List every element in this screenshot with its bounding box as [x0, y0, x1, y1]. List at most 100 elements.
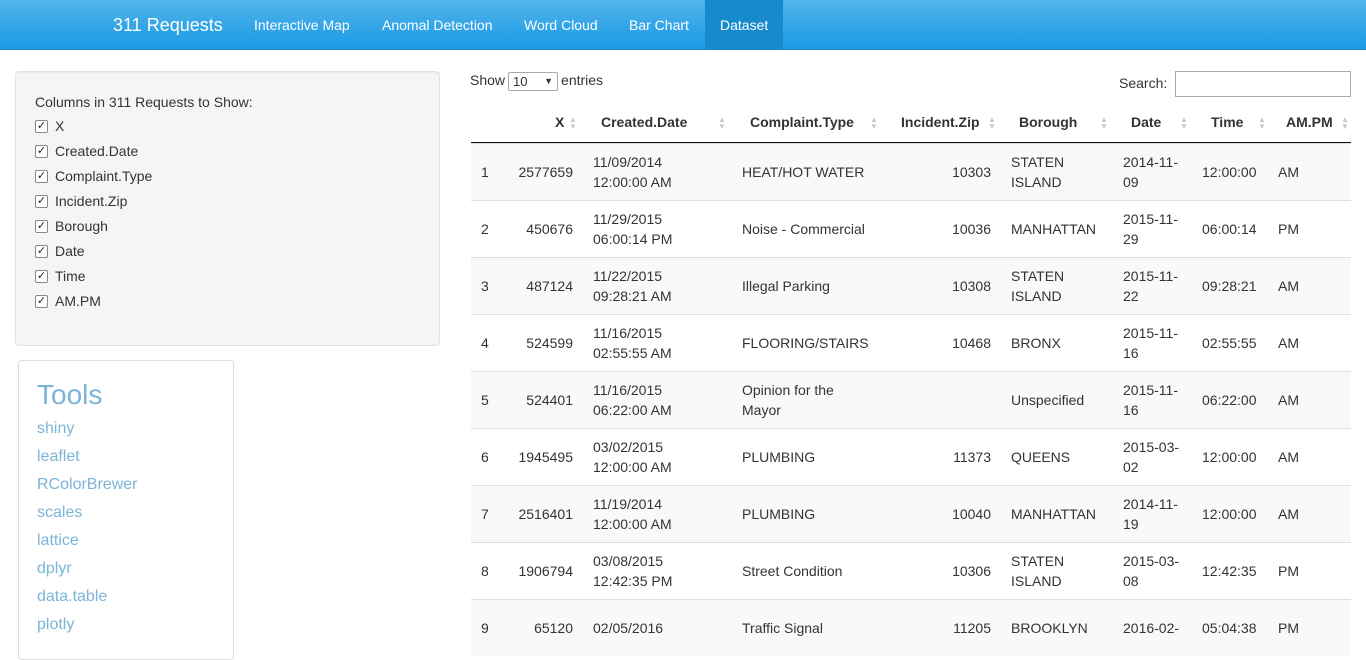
sort-icon[interactable]: ▲ ▼: [1180, 116, 1188, 131]
search-label: Search:: [1119, 75, 1168, 91]
cell-created-date: 11/09/2014 12:00:00 AM: [593, 154, 672, 190]
cell-zip: 10303: [952, 164, 991, 180]
cell-x: 2577659: [518, 164, 573, 180]
tab-bar-chart[interactable]: Bar Chart: [614, 0, 704, 50]
column-checkbox-created-date[interactable]: ✓ Created.Date: [35, 141, 138, 161]
table-row[interactable]: 8 1906794 03/08/2015 12:42:35 PM Street Cond…: [471, 542, 1351, 599]
header-date[interactable]: Date: [1131, 102, 1161, 143]
cell-time: 06:22:00: [1202, 392, 1257, 408]
cell-date: 2015-11- 22: [1123, 268, 1179, 304]
entries-length-control: Show 10 ▼ entries: [470, 72, 603, 91]
sort-icon[interactable]: ▲ ▼: [569, 116, 577, 131]
cell-ampm: AM: [1278, 335, 1299, 351]
tool-link-shiny[interactable]: shiny: [37, 420, 74, 438]
cell-complaint-type: Noise - Commercial: [742, 221, 865, 237]
column-checkbox-date[interactable]: ✓ Date: [35, 241, 85, 261]
tab-interactive-map[interactable]: Interactive Map: [239, 0, 365, 50]
table-row[interactable]: 4 524599 11/16/2015 02:55:55 AM FLOORING/STA…: [471, 314, 1351, 371]
header-incident-zip[interactable]: Incident.Zip: [901, 102, 980, 143]
table-header: X ▲ ▼ Created.Date ▲ ▼ Complaint.Type ▲ ▼ I…: [471, 102, 1351, 143]
tab-dataset[interactable]: Dataset: [705, 0, 784, 50]
cell-ampm: AM: [1278, 164, 1299, 180]
cell-ampm: AM: [1278, 449, 1299, 465]
cell-date: 2015-11- 16: [1123, 325, 1179, 361]
cell-x: 450676: [526, 221, 573, 237]
header-am-pm[interactable]: AM.PM: [1286, 102, 1333, 143]
header-borough[interactable]: Borough: [1019, 102, 1077, 143]
entries-label: entries: [561, 72, 604, 89]
cell-date: 2016-02-: [1123, 620, 1180, 636]
cell-zip: 11373: [953, 449, 991, 465]
tool-link-leaflet[interactable]: leaflet: [37, 448, 80, 466]
checkbox-checked-icon[interactable]: ✓: [35, 144, 48, 158]
table-row[interactable]: 3 487124 11/22/2015 09:28:21 AM Illegal Park…: [471, 257, 1351, 314]
tool-link-plotly[interactable]: plotly: [37, 616, 74, 634]
dropdown-arrow-icon: ▼: [544, 76, 554, 86]
cell-created-date: 02/05/2016: [593, 620, 664, 636]
column-checkbox-complaint-type[interactable]: ✓ Complaint.Type: [35, 166, 152, 186]
cell-borough: QUEENS: [1011, 449, 1071, 465]
table-row[interactable]: 5 524401 11/16/2015 06:22:00 AM Opinion for …: [471, 371, 1351, 428]
cell-complaint-type: PLUMBING: [742, 506, 816, 522]
table-row[interactable]: 7 2516401 11/19/2014 12:00:00 AM PLUMBING 100…: [471, 485, 1351, 542]
sort-icon[interactable]: ▲ ▼: [870, 116, 878, 131]
cell-ampm: AM: [1278, 278, 1299, 294]
header-time[interactable]: Time: [1211, 102, 1243, 143]
tool-link-data-table[interactable]: data.table: [37, 588, 107, 606]
cell-borough: BROOKLYN: [1011, 620, 1088, 636]
checkbox-checked-icon[interactable]: ✓: [35, 169, 48, 183]
sort-icon[interactable]: ▲ ▼: [1258, 116, 1266, 131]
cell-complaint-type: Traffic Signal: [742, 620, 823, 636]
column-checkbox-x[interactable]: ✓ X: [35, 116, 64, 136]
checkbox-checked-icon[interactable]: ✓: [35, 194, 48, 208]
sort-icon[interactable]: ▲ ▼: [988, 116, 996, 131]
navbar-brand[interactable]: 311 Requests: [113, 0, 223, 50]
column-checkbox-am-pm[interactable]: ✓ AM.PM: [35, 291, 101, 311]
cell-x: 487124: [526, 278, 573, 294]
tab-anomal-detection[interactable]: Anomal Detection: [367, 0, 508, 50]
checkbox-checked-icon[interactable]: ✓: [35, 294, 48, 308]
cell-time: 12:42:35: [1202, 563, 1257, 579]
sort-icon[interactable]: ▲ ▼: [1100, 116, 1108, 131]
table-row[interactable]: 2 450676 11/29/2015 06:00:14 PM Noise - Comm…: [471, 200, 1351, 257]
sort-icon[interactable]: ▲ ▼: [718, 116, 726, 131]
tools-panel: Tools shiny leaflet RColorBrewer scales …: [18, 360, 234, 660]
header-complaint-type[interactable]: Complaint.Type: [750, 102, 854, 143]
table-row[interactable]: 1 2577659 11/09/2014 12:00:00 AM HEAT/HOT WA…: [471, 143, 1351, 200]
tool-link-dplyr[interactable]: dplyr: [37, 560, 72, 578]
cell-ampm: PM: [1278, 221, 1299, 237]
cell-created-date: 11/16/2015 02:55:55 AM: [593, 325, 672, 361]
header-created-date[interactable]: Created.Date: [601, 102, 687, 143]
cell-time: 09:28:21: [1202, 278, 1257, 294]
tool-link-rcolorbrewer[interactable]: RColorBrewer: [37, 476, 137, 494]
tab-word-cloud[interactable]: Word Cloud: [509, 0, 613, 50]
checkbox-checked-icon[interactable]: ✓: [35, 219, 48, 233]
tool-link-lattice[interactable]: lattice: [37, 532, 79, 550]
cell-x: 1945495: [518, 449, 573, 465]
cell-complaint-type: Opinion for the Mayor: [742, 382, 834, 418]
cell-date: 2015-03- 02: [1123, 439, 1180, 475]
column-checkbox-borough[interactable]: ✓ Borough: [35, 216, 108, 236]
header-x[interactable]: X: [555, 102, 564, 143]
cell-zip: 10036: [952, 221, 991, 237]
cell-borough: STATEN ISLAND: [1011, 553, 1065, 589]
tools-title: Tools: [37, 379, 103, 410]
column-checkbox-time[interactable]: ✓ Time: [35, 266, 86, 286]
cell-time: 02:55:55: [1202, 335, 1257, 351]
sort-icon[interactable]: ▲ ▼: [1341, 116, 1349, 131]
checkbox-checked-icon[interactable]: ✓: [35, 119, 48, 133]
cell-borough: MANHATTAN: [1011, 221, 1097, 237]
cell-zip: 10308: [952, 278, 991, 294]
cell-complaint-type: PLUMBING: [742, 449, 816, 465]
checkbox-checked-icon[interactable]: ✓: [35, 244, 48, 258]
checkbox-checked-icon[interactable]: ✓: [35, 269, 48, 283]
table-row[interactable]: 6 1945495 03/02/2015 12:00:00 AM PLUMBING 113…: [471, 428, 1351, 485]
column-checkbox-incident-zip[interactable]: ✓ Incident.Zip: [35, 191, 127, 211]
entries-select[interactable]: 10 ▼: [508, 72, 559, 91]
table-row[interactable]: 9 65120 02/05/2016 Traffic Signal 11205 BROOK…: [471, 599, 1351, 656]
cell-x: 1906794: [518, 563, 573, 579]
cell-complaint-type: FLOORING/STAIRS: [742, 335, 869, 351]
search-input[interactable]: [1175, 71, 1351, 97]
tool-link-scales[interactable]: scales: [37, 504, 82, 522]
cell-time: 12:00:00: [1202, 506, 1257, 522]
